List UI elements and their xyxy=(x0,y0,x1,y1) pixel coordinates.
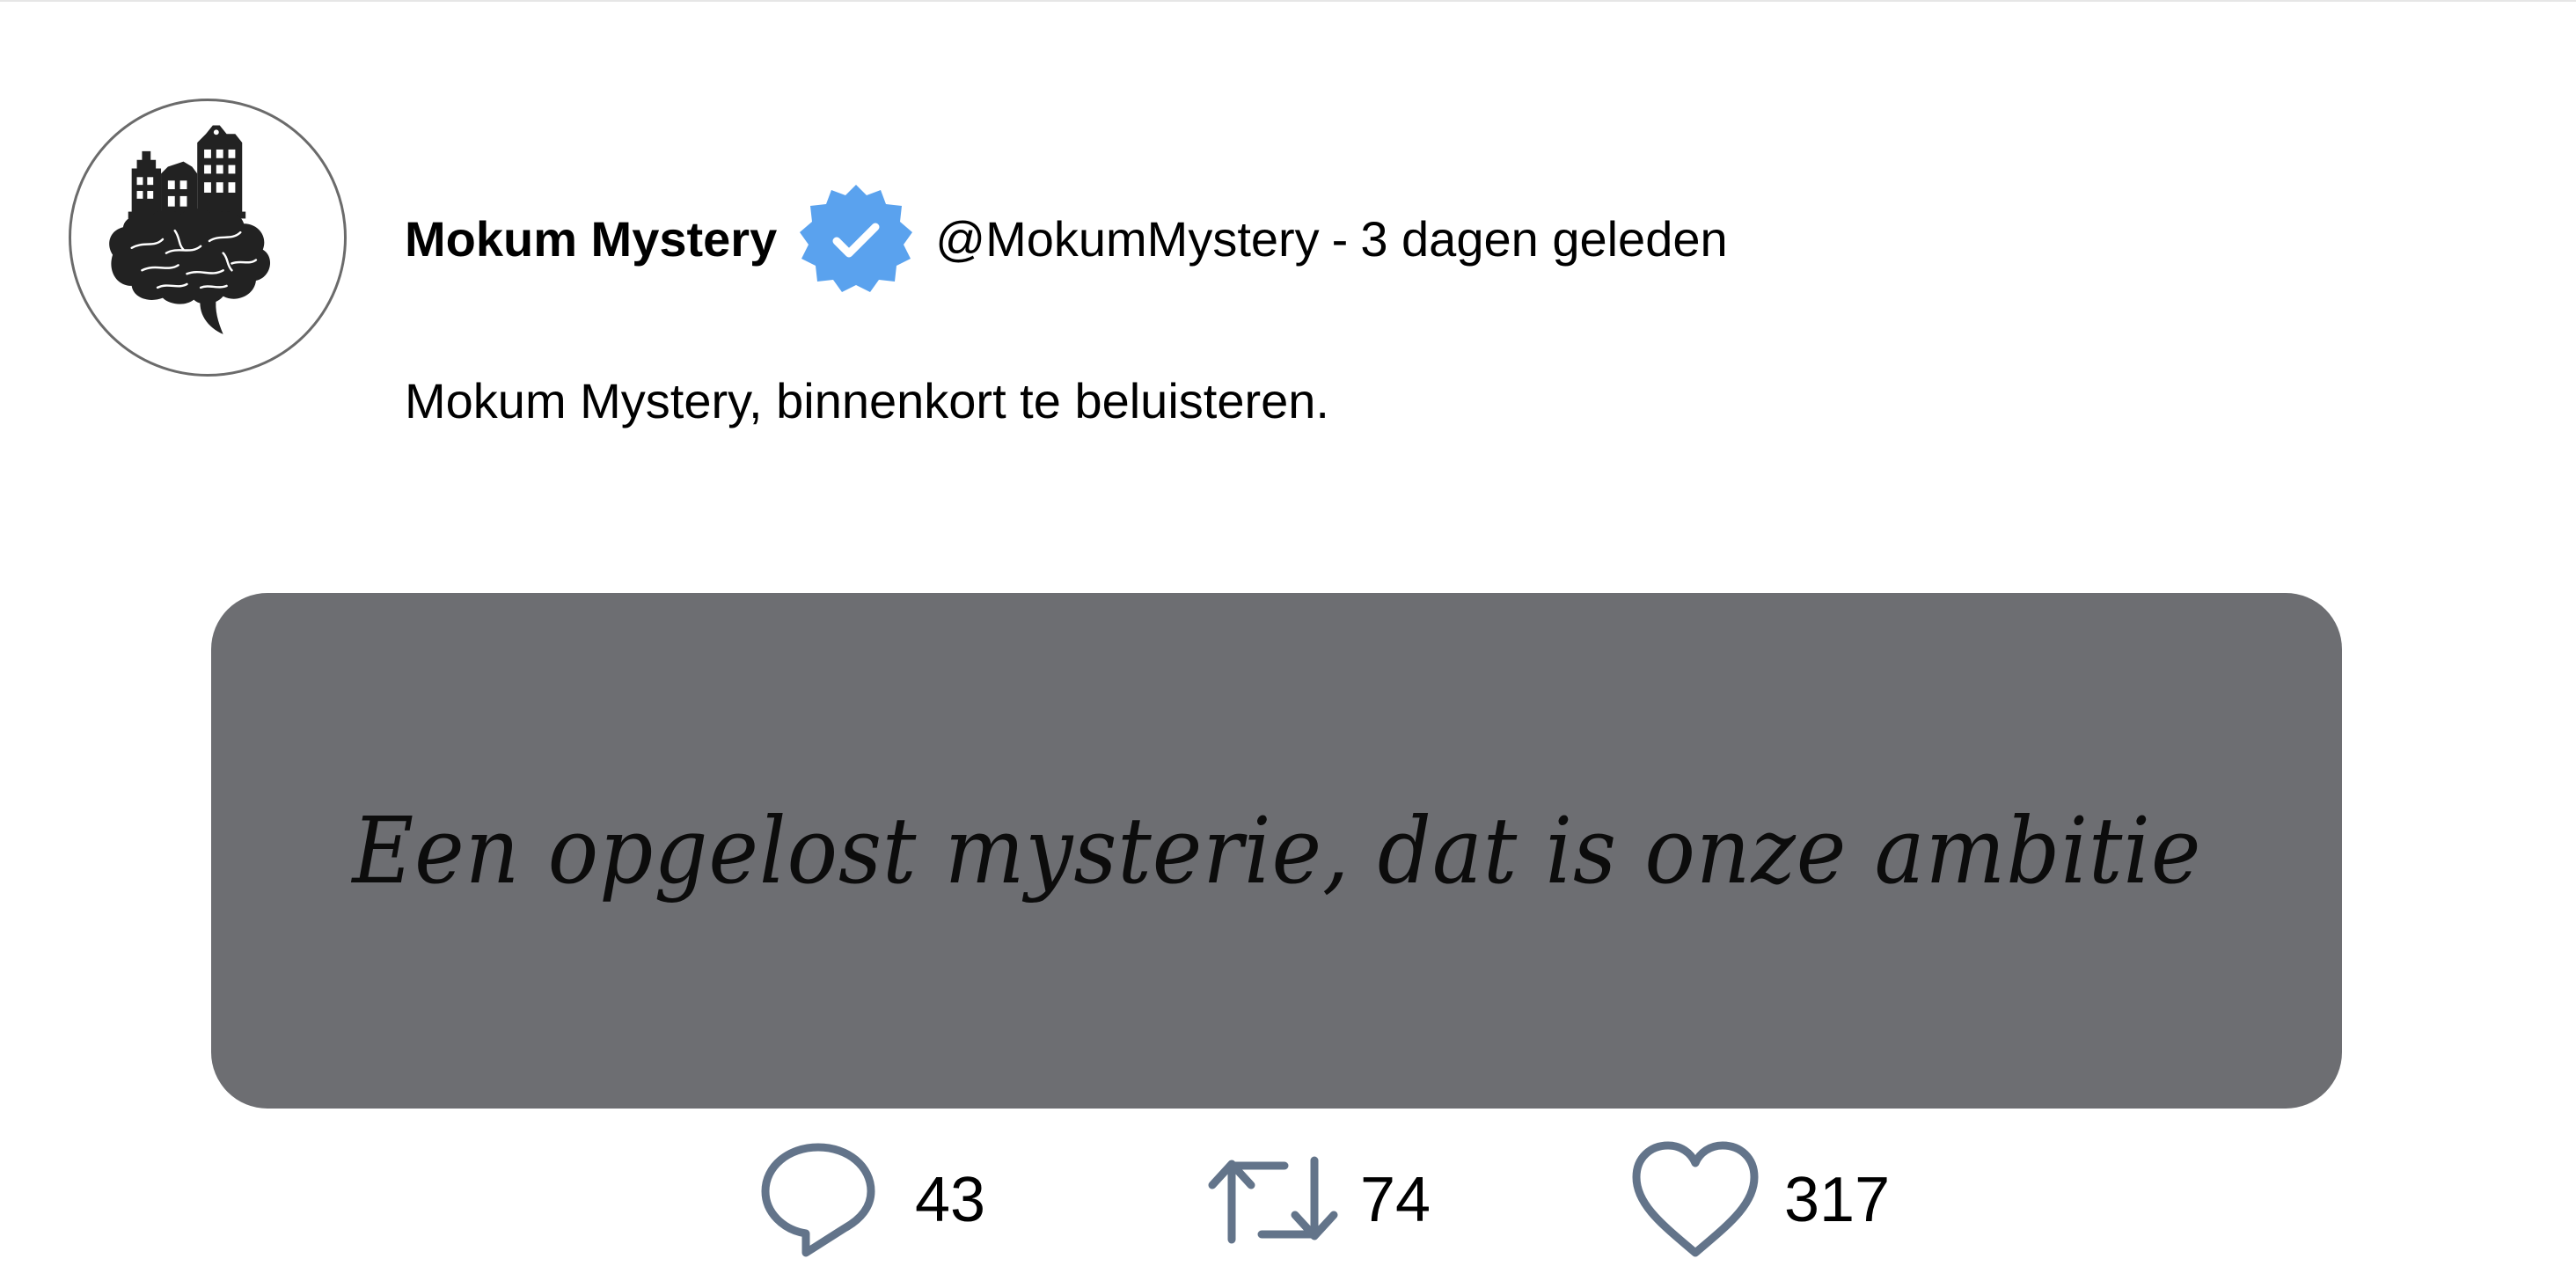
reply-button[interactable]: 43 xyxy=(757,1130,985,1270)
like-count: 317 xyxy=(1784,1165,1891,1235)
tweet-header: Mokum Mystery @MokumMystery - 3 dagen ge… xyxy=(405,185,1728,292)
tweet-card: Mokum Mystery @MokumMystery - 3 dagen ge… xyxy=(0,0,2576,1288)
user-handle[interactable]: @MokumMystery xyxy=(935,215,1319,264)
brain-houses-logo-icon xyxy=(109,125,271,334)
header-separator: - xyxy=(1331,211,1349,267)
retweet-button[interactable]: 74 xyxy=(1207,1130,1431,1270)
reply-count: 43 xyxy=(915,1165,986,1235)
tweet-text: Mokum Mystery, binnenkort te beluisteren… xyxy=(405,373,1329,428)
tweet-actions: 43 74 317 xyxy=(0,1130,2576,1270)
display-name[interactable]: Mokum Mystery xyxy=(405,215,777,264)
like-button[interactable]: 317 xyxy=(1629,1130,1890,1270)
avatar[interactable] xyxy=(69,99,347,377)
verified-badge-icon xyxy=(796,179,916,299)
timestamp[interactable]: 3 dagen geleden xyxy=(1360,215,1727,264)
media-quote-text: Een opgelost mysterie, dat is onze ambit… xyxy=(351,797,2202,904)
retweet-arrows-icon xyxy=(1207,1152,1339,1248)
media-card[interactable]: Een opgelost mysterie, dat is onze ambit… xyxy=(211,593,2342,1109)
reply-bubble-icon xyxy=(757,1138,880,1262)
heart-outline-icon xyxy=(1629,1138,1761,1262)
retweet-count: 74 xyxy=(1360,1165,1431,1235)
